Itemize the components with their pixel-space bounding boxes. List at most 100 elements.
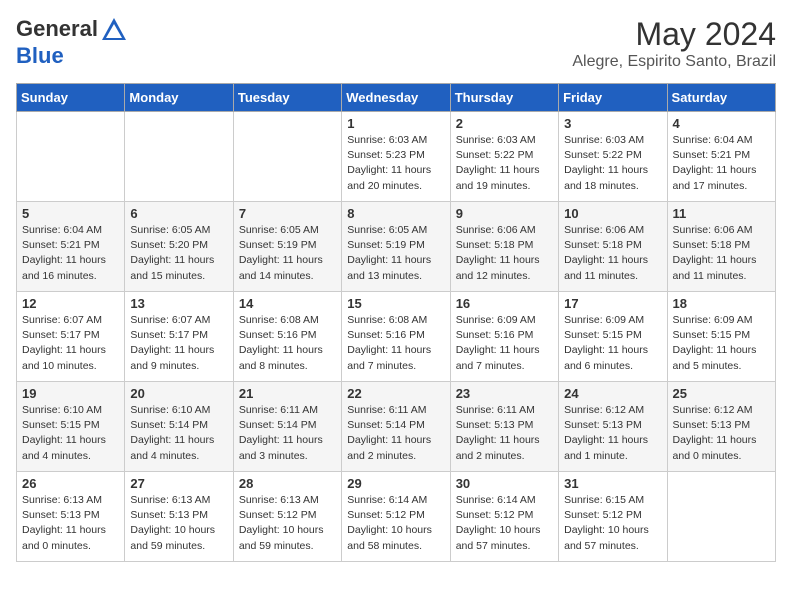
calendar-cell: 9 Sunrise: 6:06 AM Sunset: 5:18 PM Daylig…	[450, 202, 558, 292]
day-number: 23	[456, 386, 553, 401]
calendar-cell: 11 Sunrise: 6:06 AM Sunset: 5:18 PM Dayli…	[667, 202, 775, 292]
day-info: Sunrise: 6:05 AM Sunset: 5:20 PM Dayligh…	[130, 223, 227, 284]
calendar-week-1: 1 Sunrise: 6:03 AM Sunset: 5:23 PM Daylig…	[17, 112, 776, 202]
calendar-cell: 13 Sunrise: 6:07 AM Sunset: 5:17 PM Dayli…	[125, 292, 233, 382]
day-info: Sunrise: 6:13 AM Sunset: 5:13 PM Dayligh…	[130, 493, 227, 554]
day-number: 29	[347, 476, 444, 491]
day-number: 8	[347, 206, 444, 221]
day-number: 9	[456, 206, 553, 221]
day-number: 25	[673, 386, 770, 401]
calendar-cell	[125, 112, 233, 202]
day-info: Sunrise: 6:13 AM Sunset: 5:12 PM Dayligh…	[239, 493, 336, 554]
day-header-sunday: Sunday	[17, 84, 125, 112]
day-number: 3	[564, 116, 661, 131]
day-header-wednesday: Wednesday	[342, 84, 450, 112]
day-number: 16	[456, 296, 553, 311]
day-info: Sunrise: 6:04 AM Sunset: 5:21 PM Dayligh…	[22, 223, 119, 284]
calendar-cell: 31 Sunrise: 6:15 AM Sunset: 5:12 PM Dayli…	[559, 472, 667, 562]
calendar-cell	[233, 112, 341, 202]
calendar-cell: 23 Sunrise: 6:11 AM Sunset: 5:13 PM Dayli…	[450, 382, 558, 472]
logo-icon	[100, 16, 128, 44]
day-info: Sunrise: 6:07 AM Sunset: 5:17 PM Dayligh…	[22, 313, 119, 374]
calendar-week-3: 12 Sunrise: 6:07 AM Sunset: 5:17 PM Dayli…	[17, 292, 776, 382]
day-info: Sunrise: 6:10 AM Sunset: 5:15 PM Dayligh…	[22, 403, 119, 464]
day-header-monday: Monday	[125, 84, 233, 112]
day-number: 12	[22, 296, 119, 311]
day-number: 7	[239, 206, 336, 221]
calendar-cell: 30 Sunrise: 6:14 AM Sunset: 5:12 PM Dayli…	[450, 472, 558, 562]
day-info: Sunrise: 6:10 AM Sunset: 5:14 PM Dayligh…	[130, 403, 227, 464]
calendar-cell: 5 Sunrise: 6:04 AM Sunset: 5:21 PM Daylig…	[17, 202, 125, 292]
day-info: Sunrise: 6:07 AM Sunset: 5:17 PM Dayligh…	[130, 313, 227, 374]
logo-blue: Blue	[16, 43, 64, 68]
day-info: Sunrise: 6:05 AM Sunset: 5:19 PM Dayligh…	[347, 223, 444, 284]
day-info: Sunrise: 6:14 AM Sunset: 5:12 PM Dayligh…	[456, 493, 553, 554]
day-number: 18	[673, 296, 770, 311]
calendar-cell: 12 Sunrise: 6:07 AM Sunset: 5:17 PM Dayli…	[17, 292, 125, 382]
calendar-cell: 4Sunrise: 6:04 AM Sunset: 5:21 PM Daylig…	[667, 112, 775, 202]
calendar-table: SundayMondayTuesdayWednesdayThursdayFrid…	[16, 83, 776, 562]
day-info: Sunrise: 6:11 AM Sunset: 5:14 PM Dayligh…	[347, 403, 444, 464]
day-number: 5	[22, 206, 119, 221]
day-info: Sunrise: 6:11 AM Sunset: 5:14 PM Dayligh…	[239, 403, 336, 464]
calendar-header-row: SundayMondayTuesdayWednesdayThursdayFrid…	[17, 84, 776, 112]
day-info: Sunrise: 6:06 AM Sunset: 5:18 PM Dayligh…	[564, 223, 661, 284]
day-number: 4	[673, 116, 770, 131]
logo: GeneralBlue	[16, 16, 128, 68]
day-number: 14	[239, 296, 336, 311]
calendar-cell: 17Sunrise: 6:09 AM Sunset: 5:15 PM Dayli…	[559, 292, 667, 382]
day-number: 24	[564, 386, 661, 401]
calendar-cell: 24Sunrise: 6:12 AM Sunset: 5:13 PM Dayli…	[559, 382, 667, 472]
page-header: GeneralBlue May 2024 Alegre, Espirito Sa…	[16, 16, 776, 71]
calendar-cell: 6 Sunrise: 6:05 AM Sunset: 5:20 PM Daylig…	[125, 202, 233, 292]
day-number: 26	[22, 476, 119, 491]
day-info: Sunrise: 6:12 AM Sunset: 5:13 PM Dayligh…	[673, 403, 770, 464]
calendar-cell	[17, 112, 125, 202]
day-info: Sunrise: 6:09 AM Sunset: 5:15 PM Dayligh…	[564, 313, 661, 374]
day-number: 19	[22, 386, 119, 401]
calendar-cell: 16 Sunrise: 6:09 AM Sunset: 5:16 PM Dayli…	[450, 292, 558, 382]
day-number: 15	[347, 296, 444, 311]
day-number: 21	[239, 386, 336, 401]
calendar-cell: 26 Sunrise: 6:13 AM Sunset: 5:13 PM Dayli…	[17, 472, 125, 562]
day-number: 13	[130, 296, 227, 311]
calendar-cell: 19 Sunrise: 6:10 AM Sunset: 5:15 PM Dayli…	[17, 382, 125, 472]
month-year: May 2024	[572, 16, 776, 53]
calendar-cell: 25 Sunrise: 6:12 AM Sunset: 5:13 PM Dayli…	[667, 382, 775, 472]
day-info: Sunrise: 6:06 AM Sunset: 5:18 PM Dayligh…	[673, 223, 770, 284]
title-block: May 2024 Alegre, Espirito Santo, Brazil	[572, 16, 776, 71]
calendar-cell: 2Sunrise: 6:03 AM Sunset: 5:22 PM Daylig…	[450, 112, 558, 202]
day-number: 20	[130, 386, 227, 401]
calendar-cell: 10Sunrise: 6:06 AM Sunset: 5:18 PM Dayli…	[559, 202, 667, 292]
day-info: Sunrise: 6:03 AM Sunset: 5:23 PM Dayligh…	[347, 133, 444, 194]
calendar-cell: 15Sunrise: 6:08 AM Sunset: 5:16 PM Dayli…	[342, 292, 450, 382]
day-info: Sunrise: 6:08 AM Sunset: 5:16 PM Dayligh…	[239, 313, 336, 374]
day-number: 6	[130, 206, 227, 221]
day-info: Sunrise: 6:09 AM Sunset: 5:16 PM Dayligh…	[456, 313, 553, 374]
day-number: 30	[456, 476, 553, 491]
day-info: Sunrise: 6:15 AM Sunset: 5:12 PM Dayligh…	[564, 493, 661, 554]
calendar-cell: 8 Sunrise: 6:05 AM Sunset: 5:19 PM Daylig…	[342, 202, 450, 292]
calendar-cell: 20 Sunrise: 6:10 AM Sunset: 5:14 PM Dayli…	[125, 382, 233, 472]
day-info: Sunrise: 6:05 AM Sunset: 5:19 PM Dayligh…	[239, 223, 336, 284]
day-info: Sunrise: 6:03 AM Sunset: 5:22 PM Dayligh…	[564, 133, 661, 194]
day-number: 22	[347, 386, 444, 401]
location: Alegre, Espirito Santo, Brazil	[572, 53, 776, 71]
calendar-cell	[667, 472, 775, 562]
day-info: Sunrise: 6:06 AM Sunset: 5:18 PM Dayligh…	[456, 223, 553, 284]
calendar-cell: 1 Sunrise: 6:03 AM Sunset: 5:23 PM Daylig…	[342, 112, 450, 202]
calendar-week-2: 5 Sunrise: 6:04 AM Sunset: 5:21 PM Daylig…	[17, 202, 776, 292]
day-info: Sunrise: 6:13 AM Sunset: 5:13 PM Dayligh…	[22, 493, 119, 554]
day-header-saturday: Saturday	[667, 84, 775, 112]
day-number: 2	[456, 116, 553, 131]
day-number: 31	[564, 476, 661, 491]
day-header-friday: Friday	[559, 84, 667, 112]
day-info: Sunrise: 6:11 AM Sunset: 5:13 PM Dayligh…	[456, 403, 553, 464]
calendar-body: 1 Sunrise: 6:03 AM Sunset: 5:23 PM Daylig…	[17, 112, 776, 562]
calendar-cell: 27 Sunrise: 6:13 AM Sunset: 5:13 PM Dayli…	[125, 472, 233, 562]
day-number: 27	[130, 476, 227, 491]
day-number: 1	[347, 116, 444, 131]
day-info: Sunrise: 6:14 AM Sunset: 5:12 PM Dayligh…	[347, 493, 444, 554]
day-number: 11	[673, 206, 770, 221]
calendar-cell: 22 Sunrise: 6:11 AM Sunset: 5:14 PM Dayli…	[342, 382, 450, 472]
